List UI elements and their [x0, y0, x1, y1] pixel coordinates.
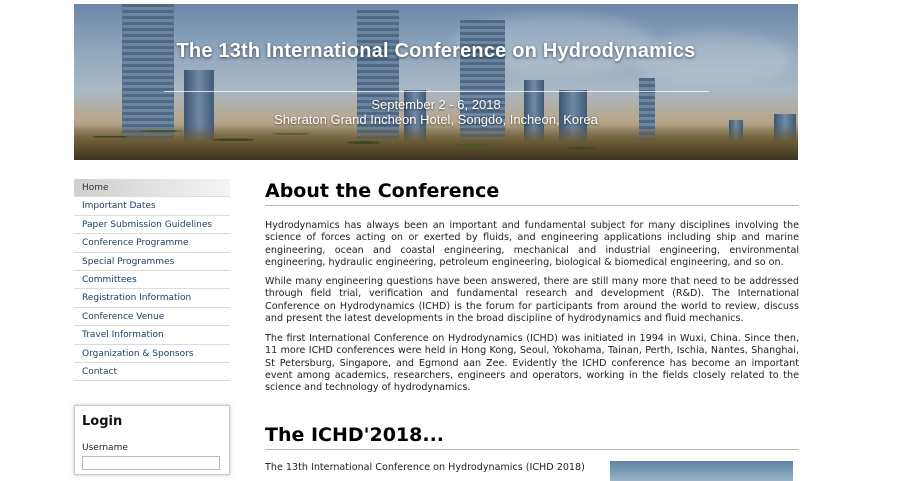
conference-title: The 13th International Conference on Hyd…	[176, 40, 696, 62]
nav-item-home[interactable]: Home	[74, 179, 230, 198]
ichd2018-image	[610, 461, 793, 481]
nav-item-conference-programme[interactable]: Conference Programme	[74, 234, 230, 253]
main-content: About the Conference Hydrodynamics has a…	[265, 180, 799, 481]
conference-date: September 2 - 6, 2018	[371, 97, 501, 112]
nav-item-paper-submission-guidelines[interactable]: Paper Submission Guidelines	[74, 216, 230, 235]
username-input[interactable]	[82, 456, 220, 470]
login-title: Login	[82, 414, 123, 429]
login-panel: Login Username	[74, 405, 230, 475]
about-paragraph-3: The first International Conference on Hy…	[265, 333, 799, 394]
nav-item-conference-venue[interactable]: Conference Venue	[74, 308, 230, 327]
about-paragraph-2: While many engineering questions have be…	[265, 276, 799, 324]
conference-venue: Sheraton Grand Incheon Hotel, Songdo, In…	[274, 112, 598, 127]
nav-item-committees[interactable]: Committees	[74, 271, 230, 290]
about-heading: About the Conference	[265, 180, 799, 206]
ichd2018-heading: The ICHD'2018...	[265, 424, 799, 450]
header-banner: The 13th International Conference on Hyd…	[74, 4, 798, 160]
sidebar-nav: Home Important Dates Paper Submission Gu…	[74, 179, 230, 382]
username-label: Username	[82, 443, 128, 453]
nav-item-special-programmes[interactable]: Special Programmes	[74, 253, 230, 271]
nav-item-organization-sponsors[interactable]: Organization & Sponsors	[74, 345, 230, 363]
nav-list: Home Important Dates Paper Submission Gu…	[74, 179, 230, 382]
banner-divider	[164, 91, 709, 92]
nav-item-registration-information[interactable]: Registration Information	[74, 289, 230, 308]
about-paragraph-1: Hydrodynamics has always been an importa…	[265, 220, 799, 268]
ichd2018-paragraph: The 13th International Conference on Hyd…	[265, 462, 585, 473]
nav-item-contact[interactable]: Contact	[74, 363, 230, 382]
nav-item-travel-information[interactable]: Travel Information	[74, 326, 230, 345]
nav-item-important-dates[interactable]: Important Dates	[74, 197, 230, 216]
